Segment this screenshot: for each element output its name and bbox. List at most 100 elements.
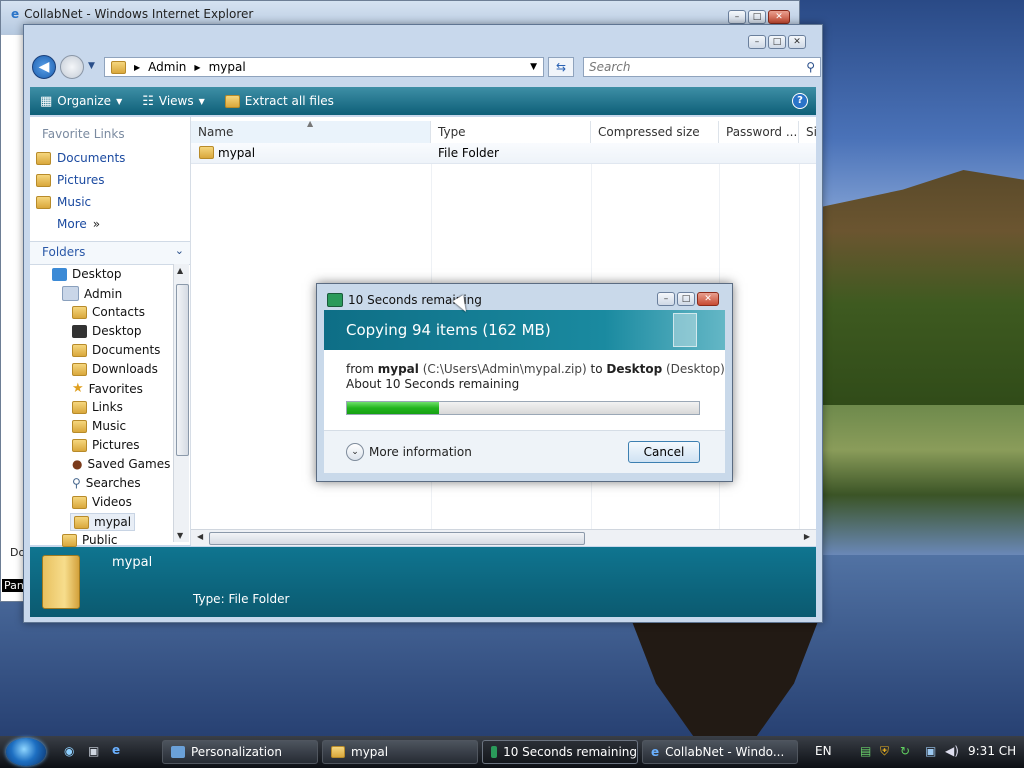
favorite-link-more[interactable]: More » bbox=[57, 217, 100, 231]
shield-icon[interactable]: ⛨ bbox=[880, 744, 889, 759]
column-header-size[interactable]: Si bbox=[799, 121, 817, 143]
column-header-password[interactable]: Password ... bbox=[719, 121, 799, 143]
minimize-button[interactable]: – bbox=[748, 35, 766, 49]
source-path: (C:\Users\Admin\mypal.zip) bbox=[422, 362, 587, 376]
scrollbar-thumb[interactable] bbox=[176, 284, 189, 456]
display-icon[interactable]: ▣ bbox=[925, 744, 936, 758]
views-button[interactable]: ☷ Views ▼ bbox=[142, 94, 205, 109]
chevron-right-icon: ▶ bbox=[134, 62, 141, 72]
tree-item-contacts[interactable]: Contacts bbox=[72, 305, 145, 319]
recent-pages-chevron-icon[interactable]: ▼ bbox=[88, 61, 95, 71]
folder-icon bbox=[331, 746, 345, 758]
favorite-link-music[interactable]: Music bbox=[36, 195, 91, 209]
tree-item-documents[interactable]: Documents bbox=[72, 343, 160, 357]
folders-scrollbar[interactable]: ▲ ▼ bbox=[173, 264, 189, 542]
explorer-window-buttons: – □ ✕ bbox=[748, 35, 806, 49]
folder-icon bbox=[62, 533, 77, 547]
favorite-link-documents[interactable]: Documents bbox=[36, 151, 125, 165]
tree-item-favorites[interactable]: ★ Favorites bbox=[72, 381, 143, 396]
tree-item-saved-games[interactable]: ● Saved Games bbox=[72, 457, 170, 471]
breadcrumb-mypal[interactable]: mypal bbox=[209, 60, 246, 74]
tree-item-public[interactable]: Public bbox=[62, 533, 118, 547]
tree-item-mypal[interactable]: mypal bbox=[70, 513, 136, 531]
column-header-type[interactable]: Type bbox=[431, 121, 591, 143]
tree-item-downloads[interactable]: Downloads bbox=[72, 362, 158, 376]
start-button[interactable] bbox=[6, 738, 46, 766]
tree-item-searches[interactable]: ⚲ Searches bbox=[72, 476, 141, 490]
extract-all-button[interactable]: Extract all files bbox=[224, 94, 334, 108]
column-header-name[interactable]: Name ▲ bbox=[191, 119, 431, 143]
favorite-link-label: Pictures bbox=[57, 173, 105, 187]
more-information-toggle[interactable]: ⌄ More information bbox=[346, 443, 472, 461]
row-name: mypal bbox=[218, 146, 256, 160]
file-list-hscrollbar[interactable]: ◀ ▶ bbox=[191, 529, 816, 546]
back-button[interactable]: ◀ bbox=[32, 55, 56, 79]
zip-folder-icon bbox=[224, 94, 240, 108]
task-copy-dialog[interactable]: 10 Seconds remaining bbox=[482, 740, 638, 764]
close-button[interactable]: ✕ bbox=[697, 292, 719, 306]
more-information-label: More information bbox=[369, 445, 472, 459]
maximize-button[interactable]: □ bbox=[768, 35, 786, 49]
clock[interactable]: 9:31 CH bbox=[968, 744, 1016, 758]
views-icon: ☷ bbox=[142, 93, 154, 109]
tree-item-links[interactable]: Links bbox=[72, 400, 123, 414]
minimize-button[interactable]: – bbox=[657, 292, 675, 306]
task-mypal[interactable]: mypal bbox=[322, 740, 478, 764]
close-button[interactable]: ✕ bbox=[788, 35, 806, 49]
close-button[interactable]: ✕ bbox=[768, 10, 790, 24]
folders-header[interactable]: Folders ⌄ bbox=[30, 241, 190, 265]
minimize-button[interactable]: – bbox=[728, 10, 746, 24]
organize-label: Organize bbox=[57, 94, 112, 108]
sync-icon[interactable]: ↻ bbox=[900, 744, 910, 758]
forward-button[interactable] bbox=[60, 55, 84, 79]
tree-item-desktop[interactable]: Desktop bbox=[52, 267, 122, 281]
desktop-rock-reflection bbox=[628, 612, 822, 742]
scroll-right-icon[interactable]: ▶ bbox=[804, 532, 810, 541]
dialog-body: from mypal (C:\Users\Admin\mypal.zip) to… bbox=[324, 350, 725, 473]
dest-name: Desktop bbox=[606, 362, 663, 376]
breadcrumb-admin[interactable]: Admin bbox=[148, 60, 186, 74]
tree-item-videos[interactable]: Videos bbox=[72, 495, 132, 509]
search-input[interactable]: Search ⚲ bbox=[583, 57, 821, 77]
chevron-down-icon[interactable]: ▼ bbox=[530, 62, 537, 72]
chevron-down-icon: ⌄ bbox=[174, 244, 184, 257]
search-icon[interactable]: ⚲ bbox=[806, 58, 815, 76]
network-icon[interactable]: ▤ bbox=[860, 744, 871, 758]
tree-item-admin[interactable]: Admin bbox=[62, 286, 122, 301]
copy-progress-dialog[interactable]: 10 Seconds remaining – □ ✕ Copying 94 it… bbox=[316, 283, 733, 482]
dest-path: (Desktop) bbox=[665, 362, 725, 376]
documents-icon bbox=[72, 343, 87, 357]
column-header-compressed-size[interactable]: Compressed size bbox=[591, 121, 719, 143]
ie-quicklaunch-icon[interactable]: e bbox=[112, 743, 120, 757]
address-bar[interactable]: ▶ Admin ▶ mypal ▼ bbox=[104, 57, 544, 77]
volume-icon[interactable]: ◀) bbox=[945, 744, 959, 758]
refresh-button[interactable]: ⇆ bbox=[548, 57, 574, 77]
favorite-link-pictures[interactable]: Pictures bbox=[36, 173, 105, 187]
navigation-pane: Favorite Links Documents Pictures Music … bbox=[30, 117, 191, 547]
task-personalization[interactable]: Personalization bbox=[162, 740, 318, 764]
tree-label: Public bbox=[82, 533, 118, 547]
tree-label: Contacts bbox=[92, 305, 145, 319]
scroll-down-icon[interactable]: ▼ bbox=[177, 531, 183, 540]
maximize-button[interactable]: □ bbox=[677, 292, 695, 306]
tree-label: Music bbox=[92, 419, 127, 433]
scrollbar-thumb[interactable] bbox=[209, 532, 585, 545]
tree-item-music[interactable]: Music bbox=[72, 419, 126, 433]
cancel-button[interactable]: Cancel bbox=[628, 441, 700, 463]
organize-button[interactable]: ▦ Organize ▼ bbox=[40, 94, 122, 109]
arrow-left-icon: ◀ bbox=[38, 59, 50, 75]
scroll-left-icon[interactable]: ◀ bbox=[197, 532, 203, 541]
table-row[interactable]: mypal File Folder bbox=[191, 143, 816, 164]
scroll-up-icon[interactable]: ▲ bbox=[177, 266, 183, 275]
show-desktop-icon[interactable]: ◉ bbox=[64, 744, 74, 758]
pictures-icon bbox=[72, 438, 87, 452]
maximize-button[interactable]: □ bbox=[748, 10, 766, 24]
help-icon[interactable]: ? bbox=[792, 93, 808, 109]
task-collabnet[interactable]: e CollabNet - Windo... bbox=[642, 740, 798, 764]
tree-item-desktop-sub[interactable]: Desktop bbox=[72, 324, 142, 338]
switch-windows-icon[interactable]: ▣ bbox=[88, 744, 99, 758]
task-label: Personalization bbox=[191, 745, 282, 759]
language-indicator[interactable]: EN bbox=[815, 744, 832, 758]
tree-label: Admin bbox=[84, 286, 123, 301]
tree-item-pictures[interactable]: Pictures bbox=[72, 438, 140, 452]
